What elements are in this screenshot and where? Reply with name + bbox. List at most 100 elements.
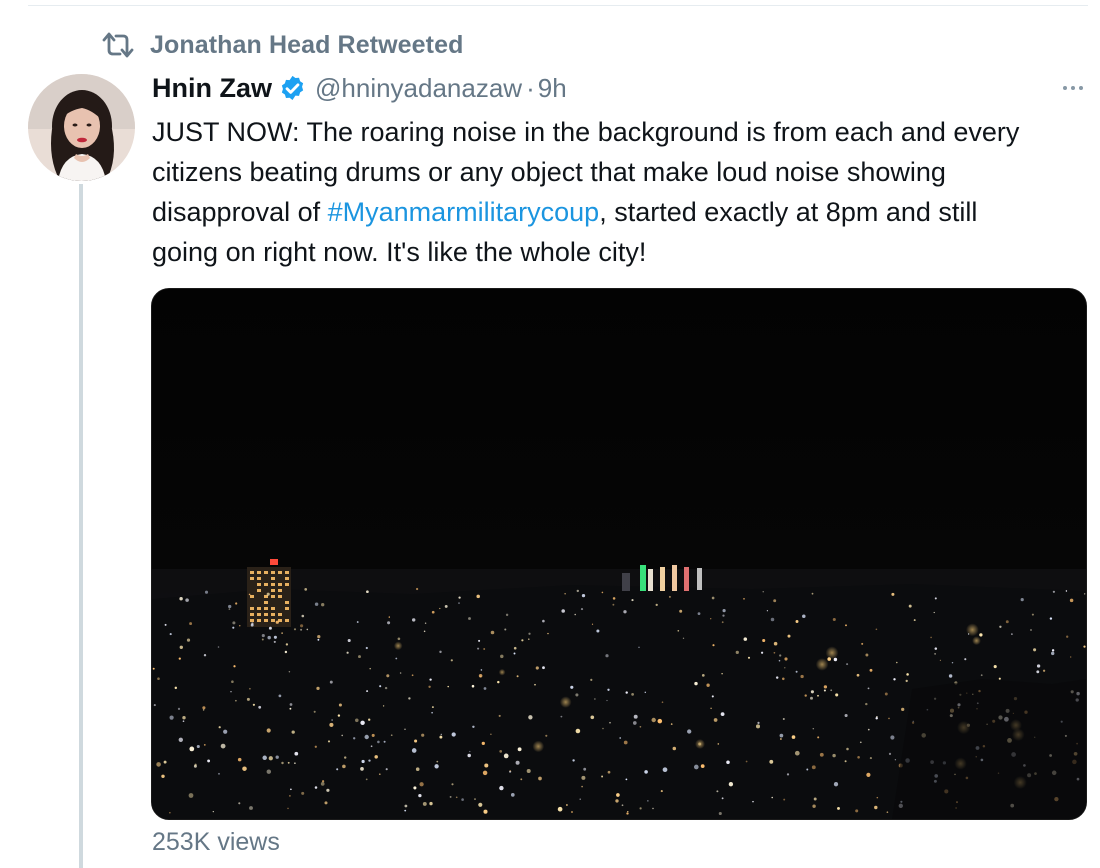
city-light [164, 623, 167, 626]
city-light [404, 804, 408, 808]
city-light [266, 769, 272, 774]
city-light [1049, 617, 1053, 620]
retweet-context[interactable]: Jonathan Head Retweeted [100, 28, 463, 62]
city-light [366, 690, 369, 693]
city-light [248, 593, 251, 596]
video-player[interactable] [151, 288, 1087, 820]
author-handle[interactable]: @hninyadanazaw [315, 73, 522, 104]
city-light [639, 725, 642, 728]
city-light [262, 755, 267, 761]
city-light [602, 727, 604, 730]
city-light [979, 633, 983, 637]
city-glow [393, 641, 403, 651]
divider [28, 5, 1088, 6]
tweet-timestamp[interactable]: 9h [538, 73, 567, 104]
city-light [856, 673, 860, 677]
city-light [418, 793, 422, 798]
city-light [252, 703, 255, 706]
building-window [285, 607, 289, 610]
city-light [964, 658, 967, 661]
city-light [411, 748, 417, 753]
more-options-button[interactable] [1055, 78, 1091, 98]
city-light [304, 588, 308, 591]
city-light [773, 651, 776, 654]
city-light [612, 603, 615, 606]
city-light [387, 621, 391, 625]
city-light [621, 804, 624, 807]
building-window [285, 583, 289, 586]
city-light [415, 587, 419, 591]
city-light [275, 620, 279, 624]
city-light [397, 637, 401, 641]
city-light [633, 714, 638, 719]
city-light [806, 768, 809, 771]
avatar[interactable] [28, 74, 135, 181]
city-light [778, 659, 781, 662]
city-light [888, 752, 892, 755]
city-light [490, 733, 492, 735]
city-light [288, 671, 291, 673]
city-light [371, 733, 375, 737]
city-light [329, 680, 333, 684]
city-light [875, 717, 878, 720]
city-light [521, 639, 524, 642]
city-light [1036, 670, 1040, 674]
city-light [605, 654, 609, 658]
city-light [431, 610, 435, 614]
hashtag-link[interactable]: #Myanmarmilitarycoup [328, 197, 600, 227]
city-light [419, 782, 424, 787]
city-light [625, 778, 628, 781]
city-light [933, 611, 935, 614]
city-light [370, 745, 373, 748]
city-light [660, 790, 663, 793]
city-light [590, 715, 595, 720]
city-light [661, 701, 664, 704]
city-light [713, 718, 718, 722]
tweet-text-line: going on right now. It's like the whole … [152, 237, 647, 267]
city-light [784, 657, 788, 661]
city-light [246, 697, 250, 701]
city-light [179, 596, 183, 601]
city-light [436, 760, 439, 763]
city-light [285, 643, 289, 646]
building-window [271, 571, 275, 574]
city-light [220, 743, 226, 749]
retweet-icon [102, 32, 134, 58]
city-light [631, 693, 634, 696]
city-light [249, 806, 253, 810]
city-light [505, 613, 509, 617]
city-light [812, 727, 815, 730]
city-light [336, 768, 339, 771]
city-light [845, 624, 847, 627]
city-light [383, 740, 386, 743]
city-light [364, 734, 369, 740]
city-light [474, 798, 476, 800]
author-display-name[interactable]: Hnin Zaw [152, 73, 272, 104]
city-light [249, 687, 251, 690]
city-light [356, 621, 359, 623]
city-light [718, 811, 722, 816]
city-light [572, 759, 575, 762]
city-light [810, 696, 813, 700]
city-light [516, 675, 519, 678]
city-light [639, 807, 642, 810]
city-light [306, 628, 309, 631]
city-light [894, 759, 897, 761]
city-light [561, 609, 565, 613]
city-light [542, 619, 545, 623]
city-light [324, 801, 328, 805]
city-light [712, 644, 715, 647]
city-light [930, 636, 932, 639]
city-light [1031, 613, 1034, 616]
city-light [896, 661, 898, 664]
retweeted-by-label[interactable]: Jonathan Head Retweeted [150, 31, 463, 60]
city-light [535, 666, 539, 670]
city-light [773, 599, 777, 603]
city-light [431, 706, 434, 709]
city-light [865, 702, 868, 706]
city-light [261, 638, 264, 641]
more-options-icon [1063, 86, 1067, 90]
city-light [341, 734, 344, 737]
city-light [771, 796, 773, 799]
city-light [289, 707, 292, 710]
